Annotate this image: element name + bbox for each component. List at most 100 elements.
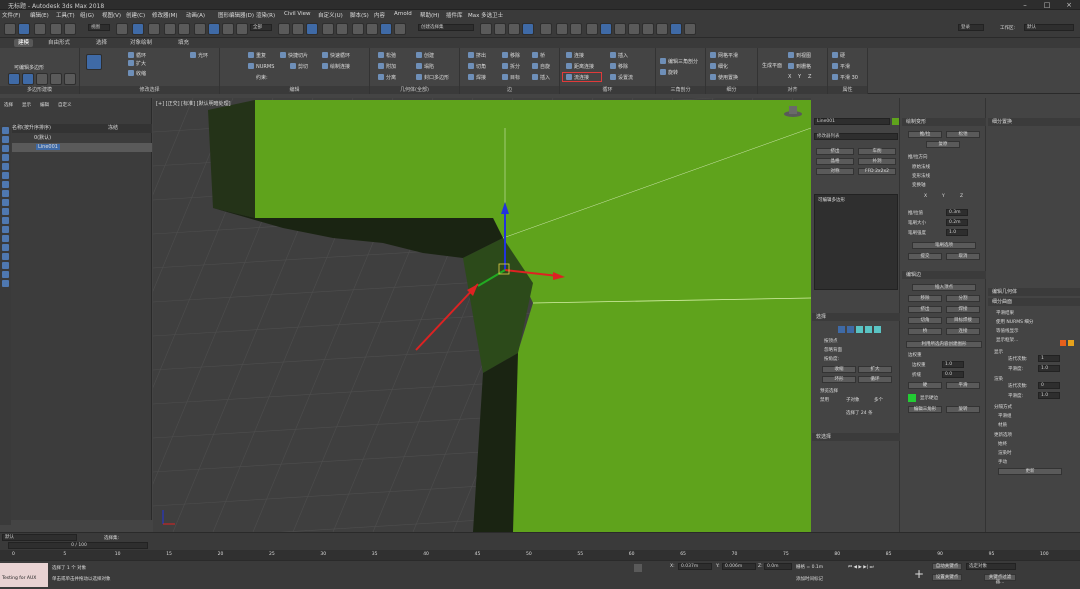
menu-item[interactable]: 修改器(M)	[152, 11, 178, 19]
iterations-field[interactable]: 1	[1038, 355, 1060, 362]
element-mode-icon[interactable]	[64, 73, 76, 85]
original-normals-radio[interactable]: 原始法线	[912, 164, 930, 170]
set-flow-button[interactable]: 设置流	[610, 74, 633, 81]
update-always-radio[interactable]: 始终	[998, 441, 1007, 447]
modifier-button[interactable]: 补洞	[858, 158, 896, 165]
brush-options-button[interactable]: 笔刷选项	[912, 242, 976, 249]
toolbar-icon[interactable]	[336, 23, 348, 35]
explorer-tool-icon[interactable]	[2, 235, 9, 242]
toolbar-icon[interactable]	[394, 23, 406, 35]
loop-sel-button[interactable]: 循环	[858, 376, 892, 383]
align-x-button[interactable]: X	[788, 74, 791, 80]
toolbar-icon[interactable]	[642, 23, 654, 35]
menu-item[interactable]: 文件(F)	[2, 11, 20, 19]
playback-controls[interactable]: ⏮ ◀ ▶ ▶| ⏭	[848, 564, 908, 573]
ring-sel-button[interactable]: 环形	[822, 376, 856, 383]
create-shape-button[interactable]: 利用所选内容创建图形	[906, 341, 982, 348]
edge-op-button[interactable]: 连接	[946, 328, 980, 335]
menu-item[interactable]: 编辑(E)	[30, 11, 49, 19]
revert-button[interactable]: 复原	[926, 141, 960, 148]
axis-x-radio[interactable]: X	[924, 194, 927, 199]
attach-button[interactable]: 附加	[378, 63, 396, 70]
collapse-button[interactable]: 塌陷	[416, 63, 434, 70]
edit-tri-button[interactable]: 编辑三角剖分	[660, 58, 698, 65]
explorer-tool-icon[interactable]	[2, 136, 9, 143]
explorer-tool-icon[interactable]	[2, 271, 9, 278]
edge-op-button[interactable]: 切角	[908, 317, 942, 324]
brush-size-field[interactable]: 0.2m	[946, 219, 968, 226]
toolbar-icon[interactable]	[670, 23, 682, 35]
object-name-field[interactable]: Line001	[814, 118, 890, 125]
toolbar-icon[interactable]	[600, 23, 612, 35]
shrink-sel-button[interactable]: 收缩	[822, 366, 856, 373]
maximize-button[interactable]: □	[1036, 0, 1058, 10]
display-hard-checkbox[interactable]: 显示硬边	[920, 395, 938, 401]
viewport-label[interactable]: [+] [正交] [标准] [默认明暗处理]	[156, 100, 231, 107]
user-login[interactable]: 登录	[958, 24, 984, 31]
explorer-tool-icon[interactable]	[2, 199, 9, 206]
edge-icon[interactable]	[847, 326, 854, 333]
extrude-button[interactable]: 挤出	[468, 52, 486, 59]
menu-item[interactable]: 视图(V)	[102, 11, 121, 19]
toolbar-icon[interactable]	[380, 23, 392, 35]
swiftloop-button[interactable]: 快速循环	[322, 52, 350, 59]
quickslice-button[interactable]: 快捷切片	[280, 52, 308, 59]
toolbar-icon[interactable]	[656, 23, 668, 35]
modifier-stack[interactable]: 可编辑多边形	[814, 194, 898, 290]
menu-item[interactable]: Civil View	[284, 11, 310, 17]
toolbar-icon[interactable]	[34, 23, 46, 35]
update-render-radio[interactable]: 渲染时	[998, 450, 1012, 456]
auto-key-button[interactable]: 自动关键点	[932, 563, 962, 570]
subdiv-option-checkbox[interactable]: 等值线显示	[996, 328, 1019, 334]
modifier-button[interactable]: 晶格	[816, 158, 854, 165]
toolbar-icon[interactable]	[4, 23, 16, 35]
rollout-edit-geometry[interactable]: 编辑几何体	[988, 288, 1080, 296]
explorer-tool-icon[interactable]	[2, 253, 9, 260]
crease-field[interactable]: 0.0	[942, 371, 964, 378]
toolbar-icon[interactable]	[684, 23, 696, 35]
menu-item[interactable]: Arnold	[394, 11, 412, 17]
key-mode-icon[interactable]: +	[912, 567, 926, 581]
stack-item[interactable]: 可编辑多边形	[818, 197, 845, 203]
toolbar-icon[interactable]	[352, 23, 364, 35]
explorer-tool-icon[interactable]	[2, 127, 9, 134]
turn-panel-button[interactable]: 旋转	[946, 406, 980, 413]
time-slider[interactable]: 0 / 100	[8, 542, 148, 549]
menu-item[interactable]: 脚本(S)	[350, 11, 369, 19]
by-angle-checkbox[interactable]: 按角度:	[824, 356, 839, 362]
x-coordinate[interactable]: 0.037m	[678, 563, 712, 570]
toolbar-icon[interactable]	[236, 23, 248, 35]
modifier-button[interactable]: FFD 2x2x2	[858, 168, 896, 175]
object-row[interactable]: Line001	[12, 143, 152, 152]
smoothness-field[interactable]: 1.0	[1038, 365, 1060, 372]
toolbar-icon[interactable]	[366, 23, 378, 35]
preview-multi-radio[interactable]: 多个	[874, 397, 883, 403]
transform-axis-radio[interactable]: 变换轴	[912, 182, 926, 188]
explorer-tool-icon[interactable]	[2, 154, 9, 161]
modifier-button[interactable]: 挤出	[816, 148, 854, 155]
weld-button[interactable]: 焊接	[468, 74, 486, 81]
create-button[interactable]: 创建	[416, 52, 434, 59]
all-dropdown[interactable]: 全部	[250, 24, 272, 31]
insert-edge-button[interactable]: 插入	[532, 74, 550, 81]
toolbar-icon[interactable]	[164, 23, 176, 35]
weight-field[interactable]: 1.0	[942, 361, 964, 368]
update-manual-radio[interactable]: 手动	[998, 459, 1007, 465]
toolbar-icon[interactable]	[480, 23, 492, 35]
selected-dropdown[interactable]: 选定对象	[966, 563, 1016, 570]
toolbar-icon[interactable]	[628, 23, 640, 35]
z-coordinate[interactable]: 0.0m	[764, 563, 792, 570]
workspace-dropdown[interactable]: 默认	[1024, 24, 1074, 31]
menu-item[interactable]: 插件库	[446, 11, 463, 19]
polygon-icon[interactable]	[865, 326, 872, 333]
play-icon[interactable]: ⏮ ◀ ▶ ▶| ⏭	[848, 564, 874, 570]
minimize-button[interactable]: –	[1014, 0, 1036, 10]
smooth30-button[interactable]: 平滑 30	[832, 74, 858, 81]
cage-color-2[interactable]	[1060, 340, 1066, 346]
remove-button[interactable]: 移除	[502, 52, 520, 59]
explorer-menu-item[interactable]: 选择	[4, 102, 13, 108]
explorer-tool-icon[interactable]	[2, 226, 9, 233]
edge-mode-icon[interactable]	[22, 73, 34, 85]
update-button[interactable]: 更新	[998, 468, 1062, 475]
explorer-menu-item[interactable]: 自定义	[58, 102, 72, 108]
